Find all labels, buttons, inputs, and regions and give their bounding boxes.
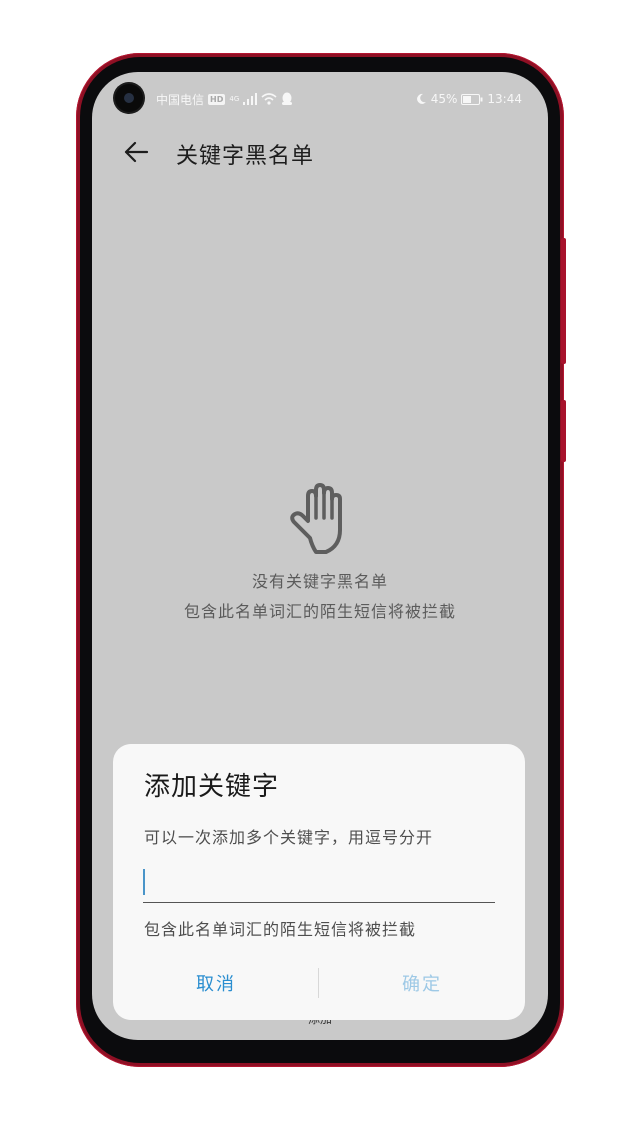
add-keyword-dialog: 添加关键字 可以一次添加多个关键字，用逗号分开 包含此名单词汇的陌生短信将被拦截… xyxy=(113,744,525,1020)
battery-percent-label: 45% xyxy=(430,92,458,106)
moon-icon xyxy=(416,93,426,104)
clock-label: 13:44 xyxy=(487,92,522,106)
dialog-hint: 可以一次添加多个关键字，用逗号分开 xyxy=(144,828,434,847)
status-bar-right: 45% 13:44 xyxy=(415,90,522,108)
carrier-label: 中国电信 xyxy=(156,92,205,107)
cancel-button[interactable]: 取消 xyxy=(113,962,319,1004)
hd-badge: HD xyxy=(208,93,226,105)
status-bar-left: 中国电信 HD 4G xyxy=(156,90,293,108)
keyword-input[interactable] xyxy=(149,860,493,902)
back-arrow-icon[interactable] xyxy=(122,138,150,166)
network-type-label: 4G xyxy=(229,95,240,103)
battery-icon xyxy=(461,93,483,105)
page-title: 关键字黑名单 xyxy=(176,144,315,169)
empty-state-title: 没有关键字黑名单 xyxy=(251,572,388,591)
toolbar: 关键字黑名单 xyxy=(92,132,548,172)
keyword-input-wrapper xyxy=(143,860,495,903)
empty-state-subtitle: 包含此名单词汇的陌生短信将被拦截 xyxy=(183,602,456,621)
wifi-icon xyxy=(261,93,277,105)
volume-button xyxy=(561,238,566,364)
confirm-button[interactable]: 确定 xyxy=(319,962,525,1004)
dialog-note: 包含此名单词汇的陌生短信将被拦截 xyxy=(144,920,417,939)
phone-screen: 中国电信 HD 4G 45% 13:44 关键字黑名单 没有关键字黑名单 包含此… xyxy=(92,72,548,1040)
dialog-title: 添加关键字 xyxy=(144,772,280,802)
text-cursor xyxy=(143,869,145,895)
empty-state: 没有关键字黑名单 包含此名单词汇的陌生短信将被拦截 xyxy=(92,480,548,622)
power-button xyxy=(561,400,566,462)
front-camera xyxy=(115,84,143,112)
signal-icon xyxy=(243,93,258,105)
qq-icon xyxy=(282,92,293,105)
hand-stop-icon xyxy=(290,483,342,554)
